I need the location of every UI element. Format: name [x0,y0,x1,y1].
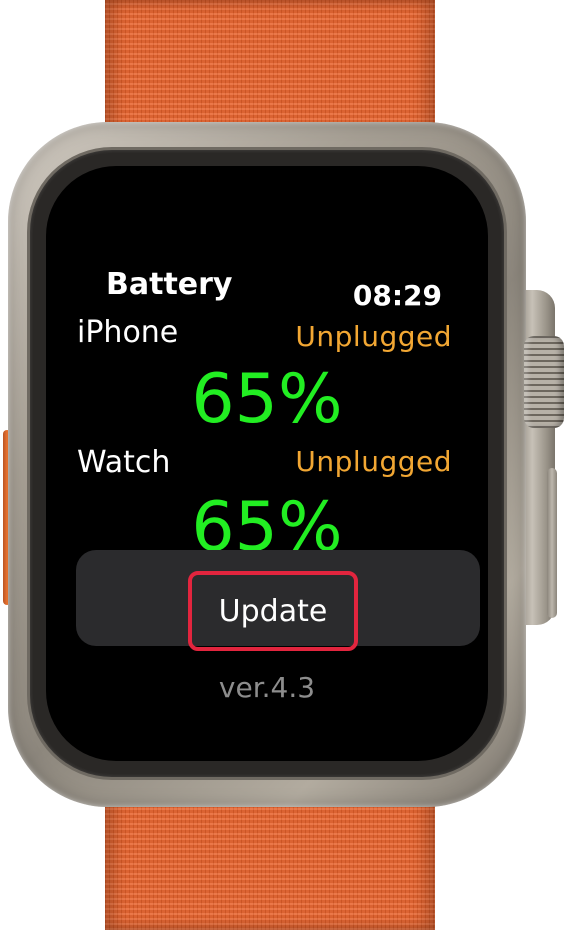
side-button[interactable] [547,468,557,618]
watch-case: Battery 08:29 iPhone Unplugged 65% Watch… [8,122,526,807]
watch-label: Watch [77,445,171,480]
clock-time: 08:29 [352,279,442,312]
version-label: ver.4.3 [218,671,316,704]
update-button[interactable]: Update [188,571,358,651]
iphone-status: Unplugged [295,320,452,353]
iphone-battery-percent: 65% [191,360,343,439]
iphone-label: iPhone [77,315,179,350]
digital-crown[interactable] [524,336,564,428]
watch-screen: Battery 08:29 iPhone Unplugged 65% Watch… [46,166,488,761]
app-title: Battery [106,267,233,302]
watch-bezel: Battery 08:29 iPhone Unplugged 65% Watch… [30,150,504,777]
watch-status: Unplugged [295,445,452,478]
